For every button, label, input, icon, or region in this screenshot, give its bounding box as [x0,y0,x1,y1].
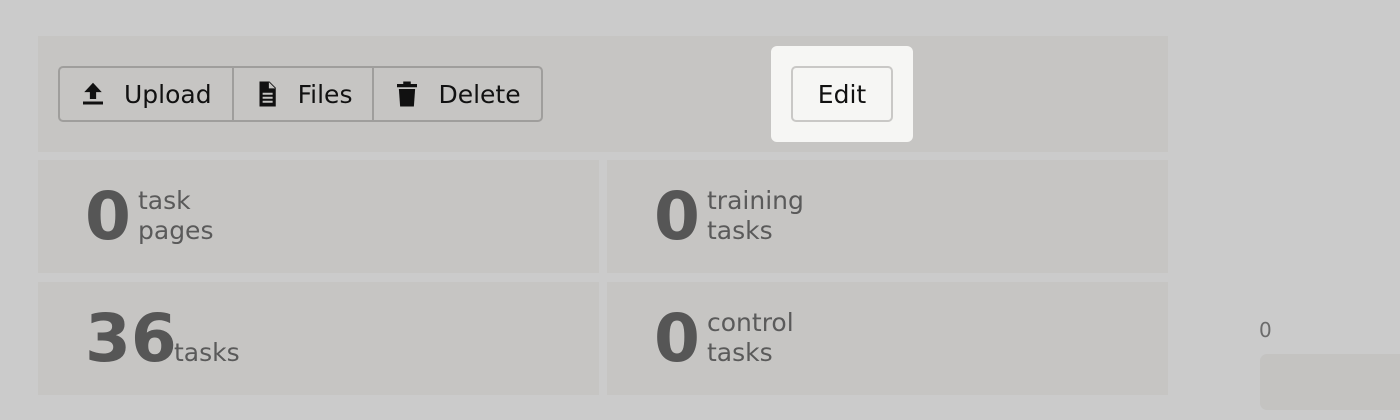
side-bar [1260,354,1400,410]
files-label: Files [297,79,353,109]
delete-button[interactable]: Delete [372,68,540,120]
edit-highlight: Edit [771,46,913,142]
files-button[interactable]: Files [231,68,373,120]
stat-value: 0 [654,300,700,377]
stat-control-tasks: 0 control tasks [607,282,1168,395]
stat-label: training tasks [707,186,804,245]
stat-label: tasks [174,338,240,367]
toolbar: Upload Files Delete Edit [38,36,1168,152]
side-count: 0 [1259,318,1272,342]
stat-task-pages: 0 task pages [38,160,599,273]
stat-label: control tasks [707,308,794,367]
upload-button[interactable]: Upload [60,68,232,120]
edit-button[interactable]: Edit [791,66,893,122]
stat-tasks: 36 tasks [38,282,599,395]
delete-label: Delete [438,79,521,109]
upload-label: Upload [124,79,212,109]
upload-icon [78,79,108,109]
trash-icon [392,79,422,109]
stat-value: 0 [654,178,700,255]
file-icon [252,79,282,109]
stat-value: 0 [85,178,131,255]
file-action-group: Upload Files Delete [58,66,543,122]
stat-label: task pages [138,186,214,245]
stat-training-tasks: 0 training tasks [607,160,1168,273]
stat-value: 36 [85,300,177,377]
